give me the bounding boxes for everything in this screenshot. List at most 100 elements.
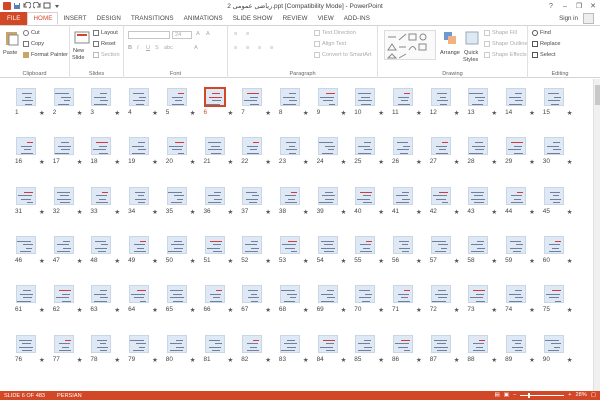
slide-thumbnail[interactable]: 78 ★: [90, 334, 121, 364]
slide-thumbnail[interactable]: 80 ★: [166, 334, 197, 364]
justify-button[interactable]: ≡: [270, 45, 273, 51]
slide-thumbnail[interactable]: 90 ★: [543, 334, 574, 364]
transition-star-icon[interactable]: ★: [567, 356, 573, 364]
zoom-slider-knob[interactable]: [528, 392, 531, 398]
tab-animations[interactable]: ANIMATIONS: [179, 12, 228, 25]
transition-star-icon[interactable]: ★: [190, 109, 196, 117]
paste-icon[interactable]: [4, 30, 20, 46]
slide-thumbnail[interactable]: 56 ★: [392, 235, 423, 265]
slide-thumbnail[interactable]: 84 ★: [317, 334, 348, 364]
slide-thumbnail[interactable]: 22 ★: [241, 137, 272, 166]
transition-star-icon[interactable]: ★: [491, 356, 497, 364]
minimize-button[interactable]: –: [558, 0, 572, 12]
slide-thumbnail[interactable]: 31 ★: [15, 186, 46, 216]
transition-star-icon[interactable]: ★: [152, 109, 158, 117]
transition-star-icon[interactable]: ★: [39, 109, 45, 117]
slide-thumbnail[interactable]: 38 ★: [279, 186, 310, 216]
tab-insert[interactable]: INSERT: [58, 12, 91, 25]
slide-thumbnail[interactable]: 32 ★: [53, 186, 84, 216]
slide-thumbnail[interactable]: 35 ★: [166, 186, 197, 216]
transition-star-icon[interactable]: ★: [303, 158, 309, 166]
tab-view[interactable]: VIEW: [313, 12, 339, 25]
transition-star-icon[interactable]: ★: [39, 356, 45, 364]
transition-star-icon[interactable]: ★: [228, 257, 234, 265]
slide-thumbnail[interactable]: 10 ★: [354, 88, 385, 117]
text-direction-button[interactable]: Text Direction: [314, 30, 356, 36]
slide-thumbnail[interactable]: 82 ★: [241, 334, 272, 364]
transition-star-icon[interactable]: ★: [265, 257, 271, 265]
slide-thumbnail[interactable]: 43 ★: [467, 186, 498, 216]
start-slideshow-icon[interactable]: [43, 2, 51, 10]
transition-star-icon[interactable]: ★: [341, 109, 347, 117]
transition-star-icon[interactable]: ★: [416, 257, 422, 265]
copy-button[interactable]: Copy: [23, 41, 44, 47]
new-slide-icon[interactable]: [74, 30, 90, 46]
slide-thumbnail[interactable]: 40 ★: [354, 186, 385, 216]
slide-thumbnail[interactable]: 12 ★: [430, 88, 461, 117]
slide-thumbnail[interactable]: 51 ★: [204, 235, 235, 265]
transition-star-icon[interactable]: ★: [529, 158, 535, 166]
transition-star-icon[interactable]: ★: [378, 109, 384, 117]
transition-star-icon[interactable]: ★: [303, 356, 309, 364]
slide-thumbnail[interactable]: 11 ★: [392, 88, 423, 117]
slide-thumbnail[interactable]: 65 ★: [166, 285, 197, 314]
transition-star-icon[interactable]: ★: [378, 158, 384, 166]
transition-star-icon[interactable]: ★: [228, 158, 234, 166]
slide-sorter-pane[interactable]: 1 ★ 2 ★ 3 ★ 4 ★ 5 ★ 6 ★ 7 ★ 8 ★ 9 ★ 10 ★ 11 ★ 12 ★ 13 ★ 14 ★ 15 ★ 16 ★ 1…: [0, 79, 600, 391]
slide-thumbnail[interactable]: 7 ★: [241, 88, 272, 117]
font-size-field[interactable]: 24: [172, 31, 192, 39]
bullets-button[interactable]: ≡: [234, 31, 237, 37]
transition-star-icon[interactable]: ★: [265, 208, 271, 216]
transition-star-icon[interactable]: ★: [114, 158, 120, 166]
find-button[interactable]: Find: [532, 30, 551, 36]
numbering-button[interactable]: ≡: [246, 31, 249, 37]
slide-thumbnail[interactable]: 69 ★: [317, 285, 348, 314]
transition-star-icon[interactable]: ★: [529, 306, 535, 314]
align-text-button[interactable]: Align Text: [314, 41, 346, 47]
shape-outline-button[interactable]: Shape Outline: [484, 41, 527, 47]
slide-thumbnail[interactable]: 60 ★: [543, 235, 574, 265]
font-name-field[interactable]: [128, 31, 170, 39]
zoom-in-button[interactable]: +: [568, 392, 571, 398]
strikethrough-button[interactable]: abc: [164, 45, 173, 51]
transition-star-icon[interactable]: ★: [378, 208, 384, 216]
sign-in-link[interactable]: Sign in: [559, 15, 578, 22]
slide-thumbnail[interactable]: 47 ★: [53, 235, 84, 265]
tab-design[interactable]: DESIGN: [92, 12, 126, 25]
transition-star-icon[interactable]: ★: [39, 306, 45, 314]
transition-star-icon[interactable]: ★: [77, 257, 83, 265]
slide-thumbnail[interactable]: 27 ★: [430, 137, 461, 166]
format-painter-button[interactable]: Format Painter: [23, 52, 68, 58]
customize-toolbar-icon[interactable]: [53, 2, 61, 10]
normal-view-icon[interactable]: ▣: [504, 392, 509, 398]
transition-star-icon[interactable]: ★: [378, 257, 384, 265]
bold-button[interactable]: B: [128, 45, 132, 51]
tab-add-ins[interactable]: ADD-INS: [339, 12, 375, 25]
transition-star-icon[interactable]: ★: [228, 109, 234, 117]
slide-thumbnail[interactable]: 66 ★: [204, 285, 235, 314]
slide-thumbnail[interactable]: 46 ★: [15, 235, 46, 265]
shadow-button[interactable]: S: [155, 45, 159, 51]
transition-star-icon[interactable]: ★: [341, 306, 347, 314]
grow-font-button[interactable]: A: [196, 31, 200, 37]
slide-thumbnail[interactable]: 28 ★: [467, 137, 498, 166]
slide-thumbnail[interactable]: 1 ★: [15, 88, 46, 117]
slide-thumbnail[interactable]: 18 ★: [90, 137, 121, 166]
slide-thumbnail[interactable]: 33 ★: [90, 186, 121, 216]
slide-thumbnail[interactable]: 77 ★: [53, 334, 84, 364]
transition-star-icon[interactable]: ★: [228, 306, 234, 314]
transition-star-icon[interactable]: ★: [416, 158, 422, 166]
new-slide-button[interactable]: New: [73, 48, 84, 54]
slide-thumbnail[interactable]: 49 ★: [128, 235, 159, 265]
slide-thumbnail[interactable]: 48 ★: [90, 235, 121, 265]
quick-styles-button[interactable]: Quick: [464, 50, 478, 56]
cut-button[interactable]: Cut: [23, 30, 40, 36]
transition-star-icon[interactable]: ★: [529, 356, 535, 364]
transition-star-icon[interactable]: ★: [454, 356, 460, 364]
quick-styles-button-line2[interactable]: Styles: [463, 57, 478, 63]
transition-star-icon[interactable]: ★: [190, 356, 196, 364]
notes-view-icon[interactable]: ▤: [495, 392, 500, 398]
align-left-button[interactable]: ≡: [234, 45, 237, 51]
slide-thumbnail[interactable]: 36 ★: [204, 186, 235, 216]
transition-star-icon[interactable]: ★: [416, 306, 422, 314]
